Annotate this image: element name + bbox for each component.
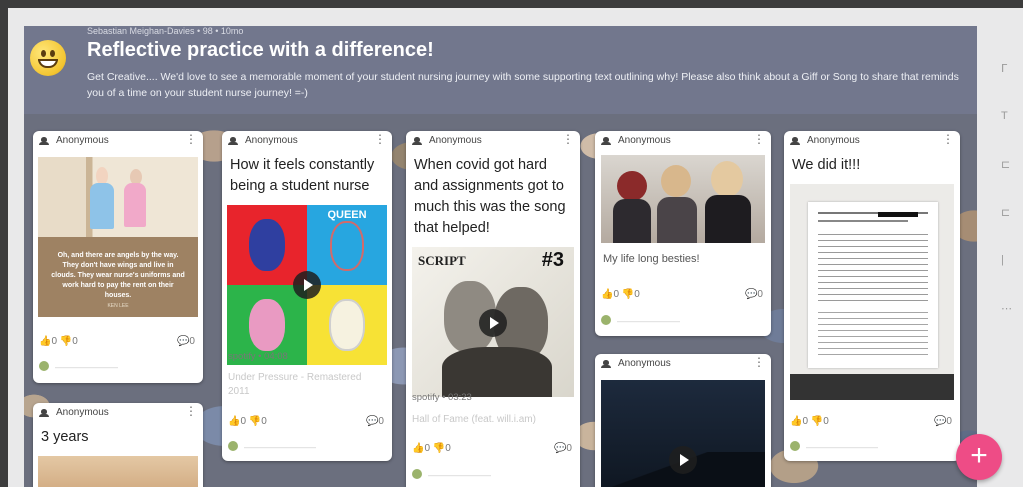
post-author: Anonymous bbox=[618, 358, 671, 369]
more-options-icon[interactable]: ⋮ bbox=[374, 133, 386, 145]
more-options-icon[interactable]: ⋮ bbox=[942, 133, 954, 145]
album-brand: QUEEN bbox=[327, 209, 367, 221]
reactions[interactable]: 👍0 👎0 bbox=[601, 289, 640, 300]
add-post-button[interactable]: + bbox=[956, 434, 1002, 480]
post-title: When covid got hard and assignments got … bbox=[414, 157, 566, 236]
comment-preview: ———————— bbox=[790, 441, 878, 452]
post-image[interactable] bbox=[601, 155, 765, 243]
reactions[interactable]: 👍0 👎0 bbox=[790, 416, 829, 427]
user-icon bbox=[228, 137, 238, 146]
comment-count[interactable]: 💬0 bbox=[366, 416, 384, 427]
album-art[interactable]: SCRIPT #3 bbox=[412, 247, 574, 397]
padlet-window: Sebastian Meighan-Davies • 98 • 10mo Ref… bbox=[8, 8, 1023, 487]
post-card[interactable]: Anonymous ⋮ How it feels constantly bein… bbox=[222, 131, 392, 461]
board-author-line: Sebastian Meighan-Davies • 98 • 10mo bbox=[87, 26, 244, 36]
more-options-icon[interactable]: ⋮ bbox=[753, 356, 765, 368]
post-author: Anonymous bbox=[807, 135, 860, 146]
album-art[interactable]: QUEEN bbox=[227, 205, 387, 365]
video-thumbnail[interactable] bbox=[601, 380, 765, 487]
album-number: #3 bbox=[541, 249, 564, 271]
reactions[interactable]: 👍0 👎0 bbox=[412, 443, 451, 454]
post-author: Anonymous bbox=[56, 407, 109, 418]
more-options-icon[interactable]: ⋮ bbox=[562, 133, 574, 145]
post-author: Anonymous bbox=[56, 135, 109, 146]
board-emoji-avatar bbox=[30, 40, 66, 76]
right-toolbar: ᒥ T ⊏ ⊏ | ⋯ bbox=[993, 48, 1023, 348]
post-text: My life long besties! bbox=[603, 253, 700, 265]
reactions[interactable]: 👍0 👎0 bbox=[39, 336, 78, 347]
user-icon bbox=[601, 360, 611, 369]
user-icon bbox=[601, 137, 611, 146]
post-author: Anonymous bbox=[618, 135, 671, 146]
post-card[interactable]: Anonymous ⋮ 3 years bbox=[33, 403, 203, 487]
user-icon bbox=[39, 409, 49, 418]
post-card[interactable]: Anonymous ⋮ My life long besties! 👍0 👎0 … bbox=[595, 131, 771, 336]
post-author: Anonymous bbox=[245, 135, 298, 146]
toolbar-icon[interactable]: T bbox=[1001, 110, 1008, 122]
user-icon bbox=[39, 137, 49, 146]
album-brand: SCRIPT bbox=[418, 253, 466, 268]
play-icon[interactable] bbox=[669, 446, 697, 474]
media-source: spotify • 03:23 bbox=[412, 392, 472, 403]
toolbar-icon[interactable]: ⊏ bbox=[1001, 158, 1010, 171]
comment-preview: ——————— bbox=[39, 361, 118, 372]
post-card[interactable]: Anonymous ⋮ Oh, and there are angels by … bbox=[33, 131, 203, 383]
comment-count[interactable]: 💬0 bbox=[554, 443, 572, 454]
user-icon bbox=[412, 137, 422, 146]
comment-preview: ———————— bbox=[228, 441, 316, 452]
comment-preview: ——————— bbox=[412, 469, 491, 480]
post-card[interactable]: Anonymous ⋮ When covid got hard and assi… bbox=[406, 131, 580, 487]
board-header: Sebastian Meighan-Davies • 98 • 10mo Ref… bbox=[24, 26, 977, 114]
more-options-icon[interactable]: ⋮ bbox=[185, 133, 197, 145]
track-title: Hall of Fame (feat. will.i.am) bbox=[412, 414, 536, 425]
toolbar-icon[interactable]: ⋯ bbox=[1001, 302, 1012, 315]
post-image[interactable]: Oh, and there are angels by the way. The… bbox=[38, 157, 198, 317]
more-options-icon[interactable]: ⋮ bbox=[185, 405, 197, 417]
board-title: Reflective practice with a difference! bbox=[87, 39, 434, 61]
post-image[interactable] bbox=[38, 456, 198, 487]
media-source: spotify • 04:08 bbox=[228, 351, 288, 362]
toolbar-icon[interactable]: ⊏ bbox=[1001, 206, 1010, 219]
play-icon[interactable] bbox=[479, 309, 507, 337]
post-card[interactable]: Anonymous ⋮ bbox=[595, 354, 771, 487]
toolbar-icon[interactable]: ᒥ bbox=[1001, 62, 1007, 75]
post-image[interactable] bbox=[790, 184, 954, 400]
post-author: Anonymous bbox=[429, 135, 482, 146]
quote-source: KEN LEE bbox=[107, 303, 129, 309]
toolbar-icon[interactable]: | bbox=[1001, 254, 1004, 266]
track-title: Under Pressure - Remastered 2011 bbox=[228, 372, 362, 397]
comment-count[interactable]: 💬0 bbox=[934, 416, 952, 427]
post-title: How it feels constantly being a student … bbox=[230, 157, 375, 194]
quote-text: Oh, and there are angels by the way. The… bbox=[51, 252, 185, 299]
board-description: Get Creative.... We'd love to see a memo… bbox=[87, 71, 959, 99]
reactions[interactable]: 👍0 👎0 bbox=[228, 416, 267, 427]
board-canvas: Sebastian Meighan-Davies • 98 • 10mo Ref… bbox=[24, 26, 977, 487]
play-icon[interactable] bbox=[293, 271, 321, 299]
comment-preview: ——————— bbox=[601, 315, 680, 326]
post-title: 3 years bbox=[41, 429, 89, 445]
post-card[interactable]: Anonymous ⋮ We did it!!! 👍0 👎0 💬0 ——————… bbox=[784, 131, 960, 461]
comment-count[interactable]: 💬0 bbox=[745, 289, 763, 300]
comment-count[interactable]: 💬0 bbox=[177, 336, 195, 347]
post-title: We did it!!! bbox=[792, 157, 861, 173]
more-options-icon[interactable]: ⋮ bbox=[753, 133, 765, 145]
user-icon bbox=[790, 137, 800, 146]
